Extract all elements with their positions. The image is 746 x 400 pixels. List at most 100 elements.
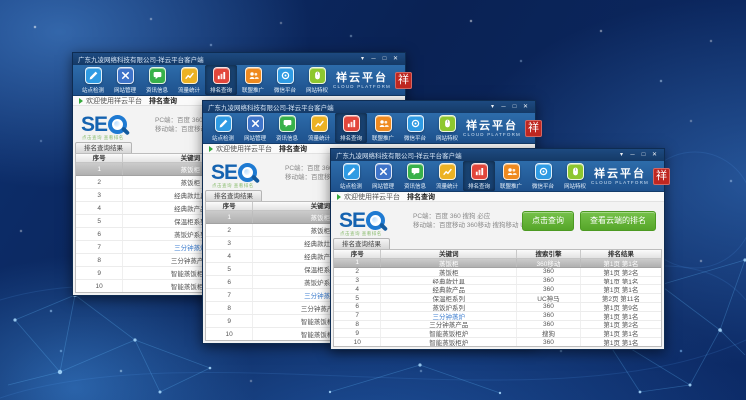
- toolbar-item-7[interactable]: 微信平台: [269, 65, 301, 95]
- cell-keyword: 三分钟蒸炉: [381, 312, 517, 320]
- tab-rank-results[interactable]: 排名查询结果: [75, 142, 132, 153]
- table-row[interactable]: 5保温柜系列UC神马第2页 第11名: [334, 294, 661, 303]
- cell-rank: 第1页 第1名: [581, 338, 661, 346]
- cell-no: 1: [334, 259, 381, 267]
- table-row[interactable]: 8三分钟蒸产品360第1页 第2名: [334, 321, 661, 330]
- toolbar-item-label: 微信平台: [404, 133, 426, 141]
- cell-rank: 第1页 第9名: [581, 303, 661, 311]
- toolbar-item-5[interactable]: 排名查询: [335, 113, 367, 143]
- titlebar[interactable]: 广东九凌网络科技有限公司-祥云平台客户端 ▾ ─ □ ✕: [73, 53, 405, 65]
- maximize-icon[interactable]: □: [510, 102, 519, 112]
- toolbar-item-3[interactable]: 资讯信息: [141, 65, 173, 95]
- brand-stamp-icon: 祥: [653, 168, 670, 185]
- cell-no: 5: [206, 263, 253, 275]
- table-row[interactable]: 1蒸饭柜360移动第1页 第1名: [334, 259, 661, 268]
- brand-logo: 祥云平台 CLOUD PLATFORM 祥: [591, 161, 672, 191]
- toolbar-item-label: 站点检测: [340, 181, 362, 189]
- toolbar-item-label: 资讯信息: [276, 133, 298, 141]
- table-row[interactable]: 10智能蒸饭柜炉360第1页 第1名: [334, 338, 661, 346]
- skin-icon[interactable]: ▾: [617, 150, 626, 160]
- toolbar-item-8[interactable]: 网站特权: [559, 161, 591, 191]
- toolbar-item-4[interactable]: 流量统计: [303, 113, 335, 143]
- toolbar-item-label: 资讯信息: [146, 85, 168, 93]
- cell-rank: 第1页 第1名: [581, 259, 661, 267]
- chat-icon: [407, 163, 424, 180]
- cell-no: 1: [206, 211, 253, 223]
- minimize-icon[interactable]: ─: [499, 102, 508, 112]
- toolbar-item-label: 联盟推广: [500, 181, 522, 189]
- seo-tagline: 点击查询 查看排名: [82, 135, 124, 141]
- toolbar-item-5[interactable]: 排名查询: [463, 161, 495, 191]
- close-icon[interactable]: ✕: [391, 54, 400, 64]
- pencil-icon: [343, 163, 360, 180]
- table-row[interactable]: 2蒸饭柜360第1页 第2名: [334, 268, 661, 277]
- maximize-icon[interactable]: □: [380, 54, 389, 64]
- toolbar-item-4[interactable]: 流量统计: [173, 65, 205, 95]
- minimize-icon[interactable]: ─: [628, 150, 637, 160]
- tab-rank-results[interactable]: 排名查询结果: [333, 238, 390, 249]
- seo-panel: SE 点击查询 查看排名 PC端：百度 360 搜狗 必应 移动端：百度移动 3…: [331, 202, 664, 238]
- close-icon[interactable]: ✕: [521, 102, 530, 112]
- cell-no: 2: [334, 268, 381, 276]
- cell-engine: 360: [517, 268, 581, 276]
- toolbar-item-2[interactable]: 网站管理: [109, 65, 141, 95]
- col-header-keyword: 关键词: [381, 250, 517, 258]
- toolbar-item-label: 微信平台: [274, 85, 296, 93]
- toolbar-item-1[interactable]: 站点检测: [207, 113, 239, 143]
- toolbar-items: 站点检测网站管理资讯信息流量统计排名查询联盟推广微信平台网站特权: [77, 65, 333, 95]
- toolbar-item-2[interactable]: 网站管理: [239, 113, 271, 143]
- table-row[interactable]: 7三分钟蒸炉360第1页 第1名: [334, 312, 661, 321]
- toolbar-item-2[interactable]: 网站管理: [367, 161, 399, 191]
- cell-engine: 360: [517, 338, 581, 346]
- line-chart-icon: [181, 67, 198, 84]
- tools-icon: [247, 115, 264, 132]
- cell-rank: 第1页 第2名: [581, 321, 661, 329]
- toolbar-item-1[interactable]: 站点检测: [77, 65, 109, 95]
- titlebar[interactable]: 广东九凌网络科技有限公司-祥云平台客户端 ▾ ─ □ ✕: [203, 101, 535, 113]
- toolbar-item-7[interactable]: 微信平台: [399, 113, 431, 143]
- toolbar-item-6[interactable]: 联盟推广: [495, 161, 527, 191]
- toolbar-item-label: 站点检测: [82, 85, 104, 93]
- brand-logo: 祥云平台 CLOUD PLATFORM 祥: [463, 113, 544, 143]
- toolbar-item-3[interactable]: 资讯信息: [271, 113, 303, 143]
- table-row[interactable]: 6蒸饭炉系列360第1页 第9名: [334, 303, 661, 312]
- toolbar-item-6[interactable]: 联盟推广: [237, 65, 269, 95]
- toolbar-item-label: 网站管理: [372, 181, 394, 189]
- cell-no: 4: [334, 285, 381, 293]
- toolbar-item-3[interactable]: 资讯信息: [399, 161, 431, 191]
- skin-icon[interactable]: ▾: [358, 54, 367, 64]
- window-controls: ▾ ─ □ ✕: [486, 102, 530, 112]
- table-row[interactable]: 3经典款灶具360第1页 第1名: [334, 277, 661, 286]
- tab-rank-results[interactable]: 排名查询结果: [205, 190, 262, 201]
- table-header: 序号 关键词 搜索引擎 排名结果: [334, 250, 661, 259]
- cell-no: 4: [206, 250, 253, 262]
- table-row[interactable]: 4经典款产品360第1页 第1名: [334, 285, 661, 294]
- toolbar-item-8[interactable]: 网站特权: [431, 113, 463, 143]
- minimize-icon[interactable]: ─: [369, 54, 378, 64]
- window-title: 广东九凌网络科技有限公司-祥云平台客户端: [336, 150, 615, 160]
- cell-no: 10: [334, 338, 381, 346]
- toolbar-item-label: 网站管理: [244, 133, 266, 141]
- toolbar-item-4[interactable]: 流量统计: [431, 161, 463, 191]
- skin-icon[interactable]: ▾: [488, 102, 497, 112]
- toolbar-item-6[interactable]: 联盟推广: [367, 113, 399, 143]
- toolbar-item-label: 流量统计: [436, 181, 458, 189]
- table-row[interactable]: 9智能蒸饭柜炉搜狗第1页 第1名: [334, 329, 661, 338]
- flag-icon: [337, 194, 341, 200]
- toolbar-item-8[interactable]: 网站特权: [301, 65, 333, 95]
- query-button[interactable]: 点击查询: [522, 211, 574, 231]
- toolbar-item-7[interactable]: 微信平台: [527, 161, 559, 191]
- toolbar-item-1[interactable]: 站点检测: [335, 161, 367, 191]
- cell-rank: 第1页 第1名: [581, 285, 661, 293]
- mouse-icon: [309, 67, 326, 84]
- toolbar-item-5[interactable]: 排名查询: [205, 65, 237, 95]
- cell-engine: 360: [517, 312, 581, 320]
- close-icon[interactable]: ✕: [650, 150, 659, 160]
- toolbar-items: 站点检测网站管理 资讯信息流量统计排名查询联盟推广微信平台网站特权: [207, 113, 463, 143]
- cell-no: 9: [206, 315, 253, 327]
- toolbar: 站点检测网站管理资讯信息流量统计排名查询联盟推广微信平台网站特权 祥云平台 CL…: [73, 65, 405, 96]
- view-cloud-rank-button[interactable]: 查看云端的排名: [580, 211, 656, 231]
- titlebar[interactable]: 广东九凌网络科技有限公司-祥云平台客户端 ▾ ─ □ ✕: [331, 149, 664, 161]
- maximize-icon[interactable]: □: [639, 150, 648, 160]
- breadcrumb-section: 排名查询: [279, 144, 307, 154]
